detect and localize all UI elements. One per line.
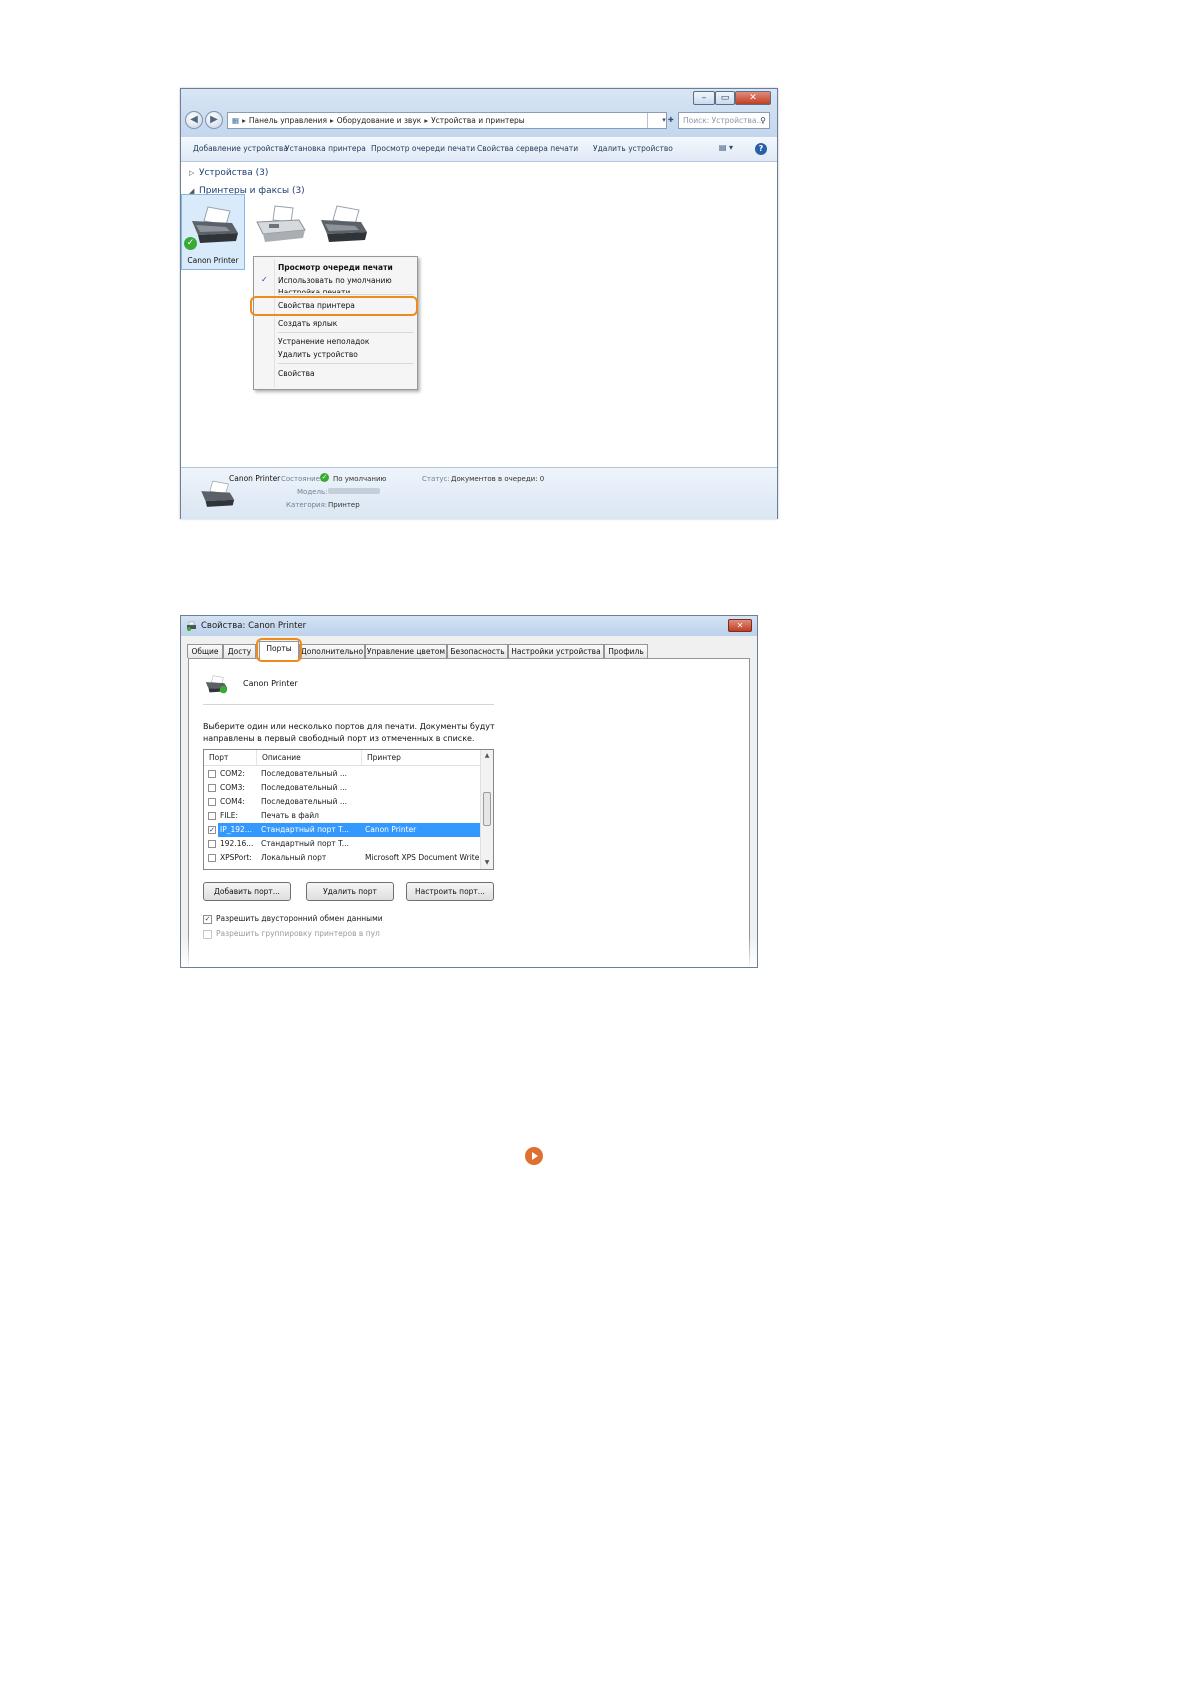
add-device-button[interactable]: Добавление устройства: [193, 137, 288, 161]
list-item[interactable]: XPSPort: Локальный порт Microsoft XPS Do…: [204, 851, 480, 865]
maximize-button[interactable]: ▭: [715, 91, 735, 105]
list-item-selected[interactable]: ✓ IP_192... Стандартный порт T... Canon …: [204, 823, 480, 837]
tab-advanced[interactable]: Дополнительно: [299, 644, 365, 658]
add-port-button[interactable]: Добавить порт...: [203, 882, 291, 901]
details-pane: Canon Printer Состояние: ✓ По умолчанию …: [181, 467, 777, 519]
window-controls: – ▭ ✕: [693, 91, 771, 105]
printer-label: Canon Printer: [187, 256, 239, 265]
printer-item-canon[interactable]: ✓ Canon Printer: [181, 194, 245, 270]
bidirectional-checkbox[interactable]: ✓ Разрешить двусторонний обмен данными: [203, 914, 383, 924]
fax-icon: [256, 205, 306, 242]
tab-device-settings[interactable]: Настройки устройства: [508, 644, 604, 658]
change-view-icon[interactable]: ▤ ▾: [719, 143, 733, 152]
category-value: Принтер: [328, 501, 360, 509]
tab-security[interactable]: Безопасность: [447, 644, 508, 658]
printer-icon: [205, 675, 228, 694]
column-description[interactable]: Описание: [257, 750, 362, 765]
model-value-redacted: [328, 487, 380, 495]
expand-arrow-icon: ▷: [189, 169, 195, 177]
model-label: Модель:: [297, 488, 328, 496]
dialog-titlebar: Свойства: Canon Printer ✕: [181, 616, 757, 636]
checkbox-checked-icon: ✓: [203, 914, 212, 924]
bottom-fade: [181, 936, 757, 967]
status-label: Статус:: [422, 475, 450, 483]
tab-access[interactable]: Досту: [223, 644, 256, 658]
link-arrow-icon[interactable]: [525, 1147, 543, 1165]
menu-troubleshoot[interactable]: Устранение неполадок: [278, 337, 369, 346]
menu-printing-preferences[interactable]: Настройка печати: [278, 287, 350, 293]
add-printer-button[interactable]: Установка принтера: [285, 137, 366, 161]
port-checkbox[interactable]: [208, 770, 216, 778]
ports-list-header: Порт Описание Принтер: [204, 750, 480, 766]
instruction-line-2: направлены в первый свободный порт из от…: [203, 734, 475, 743]
list-item[interactable]: 192.16... Стандартный порт T...: [204, 837, 480, 851]
search-icon: ⚲: [760, 116, 766, 125]
checkmark-icon: ✓: [261, 275, 268, 284]
menu-set-default[interactable]: Использовать по умолчанию: [278, 276, 392, 285]
instruction-line-1: Выберите один или несколько портов для п…: [203, 722, 495, 731]
column-printer[interactable]: Принтер: [362, 750, 480, 765]
list-item[interactable]: COM2: Последовательный ...: [204, 767, 480, 781]
port-checkbox[interactable]: [208, 854, 216, 862]
command-bar: Добавление устройства Установка принтера…: [181, 137, 777, 162]
tab-color-management[interactable]: Управление цветом: [365, 644, 447, 658]
default-check-icon: ✓: [184, 237, 197, 250]
breadcrumb-devices-printers[interactable]: Устройства и принтеры: [431, 116, 525, 125]
dialog-printer-name: Canon Printer: [243, 679, 298, 688]
column-port[interactable]: Порт: [204, 750, 257, 765]
printer-properties-dialog: Свойства: Canon Printer ✕ Общие Досту По…: [180, 615, 758, 968]
group-devices[interactable]: ▷ Устройства (3): [189, 168, 268, 178]
help-icon[interactable]: ?: [755, 143, 767, 155]
address-bar[interactable]: ▦ ▸ Панель управления ▸ Оборудование и звук ▸…: [227, 112, 667, 129]
state-ok-icon: ✓: [320, 473, 329, 482]
ports-list[interactable]: Порт Описание Принтер COM2: Последовател…: [203, 749, 494, 870]
search-input[interactable]: Поиск: Устройства... ⚲: [678, 112, 770, 129]
printer-icon: [187, 621, 196, 631]
divider: [203, 704, 494, 705]
scroll-up-icon[interactable]: ▲: [481, 750, 493, 762]
dialog-close-button[interactable]: ✕: [728, 619, 752, 632]
tab-general[interactable]: Общие: [187, 644, 223, 658]
state-label: Состояние:: [281, 475, 323, 483]
details-printer-name: Canon Printer: [229, 474, 281, 483]
menu-create-shortcut[interactable]: Создать ярлык: [278, 319, 337, 328]
breadcrumb-hardware-sound[interactable]: Оборудование и звук: [337, 116, 422, 125]
print-server-properties-button[interactable]: Свойства сервера печати: [477, 137, 578, 161]
close-button[interactable]: ✕: [735, 91, 771, 105]
scroll-thumb[interactable]: [483, 792, 491, 826]
printer-icon: [321, 205, 367, 242]
configure-port-button[interactable]: Настроить порт...: [406, 882, 494, 901]
printer-context-menu: Просмотр очереди печати ✓ Использовать п…: [253, 256, 418, 390]
control-panel-icon: ▦: [232, 116, 240, 125]
list-item[interactable]: COM4: Последовательный ...: [204, 795, 480, 809]
state-value: По умолчанию: [333, 475, 387, 483]
back-button[interactable]: ◀: [185, 111, 203, 129]
see-print-queue-button[interactable]: Просмотр очереди печати: [371, 137, 475, 161]
category-label: Категория:: [286, 501, 328, 509]
port-checkbox[interactable]: [208, 812, 216, 820]
status-value: Документов в очереди: 0: [451, 475, 545, 483]
forward-button[interactable]: ▶: [205, 111, 223, 129]
port-checkbox-checked[interactable]: ✓: [208, 826, 216, 834]
port-checkbox[interactable]: [208, 798, 216, 806]
port-checkbox[interactable]: [208, 840, 216, 848]
highlight-ports-tab: [256, 638, 302, 662]
dialog-title: Свойства: Canon Printer: [201, 621, 307, 631]
menu-properties[interactable]: Свойства: [278, 369, 315, 378]
list-item[interactable]: COM3: Последовательный ...: [204, 781, 480, 795]
minimize-button[interactable]: –: [693, 91, 715, 105]
scroll-down-icon[interactable]: ▼: [481, 857, 493, 869]
ports-list-scrollbar[interactable]: ▲ ▼: [480, 750, 493, 869]
remove-device-button[interactable]: Удалить устройство: [593, 137, 673, 161]
window-titlebar: – ▭ ✕ ◀ ▶ ▦ ▸ Панель управления ▸ Оборудован…: [181, 89, 777, 137]
menu-see-print-queue[interactable]: Просмотр очереди печати: [278, 263, 393, 272]
breadcrumb-control-panel[interactable]: Панель управления: [249, 116, 327, 125]
menu-remove-device[interactable]: Удалить устройство: [278, 350, 358, 359]
highlight-printer-properties: [250, 296, 418, 316]
port-checkbox[interactable]: [208, 784, 216, 792]
list-item[interactable]: FILE: Печать в файл: [204, 809, 480, 823]
delete-port-button[interactable]: Удалить порт: [306, 882, 394, 901]
tab-profile[interactable]: Профиль: [604, 644, 648, 658]
